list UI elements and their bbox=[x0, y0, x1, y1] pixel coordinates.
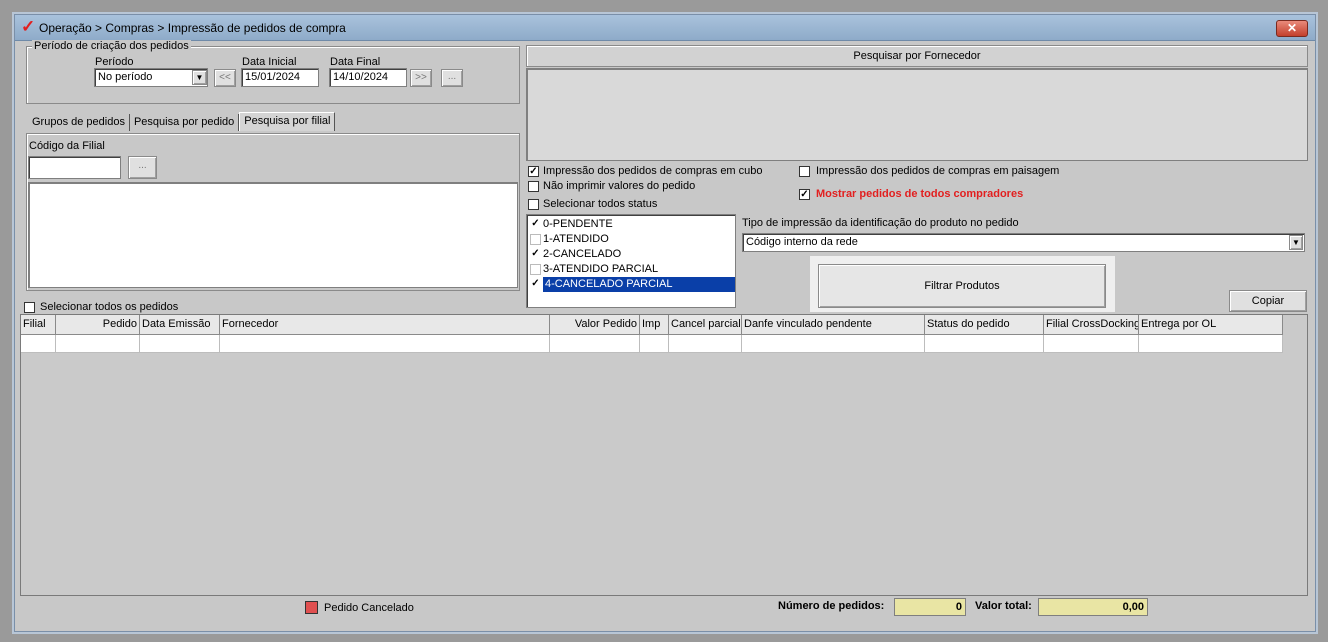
col-header-crossdocking-branch[interactable]: Filial CrossDocking bbox=[1044, 315, 1139, 335]
landscape-checkbox[interactable] bbox=[799, 166, 810, 177]
col-header-danfe-pending[interactable]: Danfe vinculado pendente bbox=[742, 315, 925, 335]
status-label: 3-ATENDIDO PARCIAL bbox=[543, 263, 659, 275]
no-values-checkbox[interactable] bbox=[528, 181, 539, 192]
status-checkbox[interactable] bbox=[530, 264, 541, 275]
tab-search-by-branch[interactable]: Pesquisa por filial bbox=[239, 112, 336, 131]
select-all-orders-label: Selecionar todos os pedidos bbox=[40, 301, 179, 313]
status-checkbox[interactable]: ✓ bbox=[530, 219, 541, 230]
col-header-imp[interactable]: Imp bbox=[640, 315, 669, 335]
print-type-label: Tipo de impressão da identificação do pr… bbox=[742, 217, 1019, 229]
canceled-legend-swatch bbox=[305, 601, 318, 614]
tab-order-groups[interactable]: Grupos de pedidos bbox=[28, 114, 130, 131]
select-all-status-label: Selecionar todos status bbox=[543, 198, 658, 210]
period-more-button[interactable]: ... bbox=[441, 69, 463, 87]
table-cell[interactable] bbox=[1139, 335, 1283, 353]
start-date-input[interactable]: 15/01/2024 bbox=[241, 68, 319, 87]
no-values-label: Não imprimir valores do pedido bbox=[543, 180, 696, 192]
supplier-list[interactable] bbox=[526, 68, 1308, 161]
table-cell[interactable] bbox=[140, 335, 220, 353]
col-header-partial-cancel[interactable]: Cancel parcial bbox=[669, 315, 742, 335]
status-label: 2-CANCELADO bbox=[543, 248, 622, 260]
status-item-selected[interactable]: ✓ 4-CANCELADO PARCIAL bbox=[529, 277, 735, 292]
branch-list[interactable] bbox=[28, 182, 518, 288]
table-cell[interactable] bbox=[1044, 335, 1139, 353]
col-header-issue-date[interactable]: Data Emissão bbox=[140, 315, 220, 335]
table-row[interactable] bbox=[21, 335, 1283, 353]
col-header-delivery-ol[interactable]: Entrega por OL bbox=[1139, 315, 1283, 335]
status-checkbox[interactable] bbox=[530, 234, 541, 245]
period-select-value: No período bbox=[98, 71, 153, 83]
period-select[interactable]: No período bbox=[94, 68, 208, 87]
status-checkbox[interactable]: ✓ bbox=[530, 249, 541, 260]
grid-header-row: Filial Pedido Data Emissão Fornecedor Va… bbox=[21, 315, 1283, 335]
table-cell[interactable] bbox=[220, 335, 550, 353]
branch-code-input[interactable] bbox=[28, 156, 121, 179]
copy-button[interactable]: Copiar bbox=[1229, 290, 1307, 312]
orders-grid[interactable]: Filial Pedido Data Emissão Fornecedor Va… bbox=[20, 314, 1308, 596]
table-cell[interactable] bbox=[640, 335, 669, 353]
branch-browse-button[interactable]: ... bbox=[128, 156, 157, 179]
select-all-status-checkbox[interactable] bbox=[528, 199, 539, 210]
status-item[interactable]: ✓ 2-CANCELADO bbox=[529, 247, 735, 262]
tab-search-by-order[interactable]: Pesquisa por pedido bbox=[130, 114, 240, 131]
print-type-value: Código interno da rede bbox=[746, 236, 858, 248]
all-buyers-checkbox[interactable]: ✓ bbox=[799, 189, 810, 200]
canceled-legend-label: Pedido Cancelado bbox=[324, 602, 414, 614]
status-item[interactable]: 3-ATENDIDO PARCIAL bbox=[529, 262, 735, 277]
col-header-order[interactable]: Pedido bbox=[56, 315, 140, 335]
supplier-header: Pesquisar por Fornecedor bbox=[526, 45, 1308, 67]
col-header-branch[interactable]: Filial bbox=[21, 315, 56, 335]
total-value: 0,00 bbox=[1038, 598, 1148, 616]
end-date-input[interactable]: 14/10/2024 bbox=[329, 68, 407, 87]
print-cube-checkbox[interactable]: ✓ bbox=[528, 166, 539, 177]
branch-code-label: Código da Filial bbox=[29, 140, 105, 152]
col-header-order-value[interactable]: Valor Pedido bbox=[550, 315, 640, 335]
window-title: Operação > Compras > Impressão de pedido… bbox=[39, 21, 346, 35]
supplier-header-label: Pesquisar por Fornecedor bbox=[853, 50, 981, 62]
status-label: 4-CANCELADO PARCIAL bbox=[543, 277, 735, 292]
prev-period-button[interactable]: << bbox=[214, 69, 236, 87]
chevron-down-icon[interactable]: ▼ bbox=[192, 70, 207, 85]
next-period-button[interactable]: >> bbox=[410, 69, 432, 87]
close-button[interactable]: ✕ bbox=[1276, 20, 1308, 37]
filter-products-button[interactable]: Filtrar Produtos bbox=[818, 264, 1106, 308]
chevron-down-icon[interactable]: ▼ bbox=[1289, 235, 1303, 250]
period-label: Período bbox=[95, 56, 134, 68]
table-cell[interactable] bbox=[925, 335, 1044, 353]
end-date-label: Data Final bbox=[330, 56, 381, 68]
total-value-label: Valor total: bbox=[975, 600, 1032, 612]
start-date-label: Data Inicial bbox=[242, 56, 297, 68]
status-label: 1-ATENDIDO bbox=[543, 233, 609, 245]
title-bar: ✓ Operação > Compras > Impressão de pedi… bbox=[15, 15, 1315, 41]
status-list[interactable]: ✓ 0-PENDENTE 1-ATENDIDO ✓ 2-CANCELADO 3-… bbox=[526, 214, 736, 308]
col-header-order-status[interactable]: Status do pedido bbox=[925, 315, 1044, 335]
table-cell[interactable] bbox=[21, 335, 56, 353]
all-buyers-label: Mostrar pedidos de todos compradores bbox=[816, 188, 1024, 200]
landscape-label: Impressão dos pedidos de compras em pais… bbox=[816, 165, 1060, 177]
status-item[interactable]: ✓ 0-PENDENTE bbox=[529, 217, 735, 232]
table-cell[interactable] bbox=[550, 335, 640, 353]
period-group-label: Período de criação dos pedidos bbox=[32, 40, 191, 52]
status-checkbox[interactable]: ✓ bbox=[530, 279, 541, 290]
select-all-orders-checkbox[interactable] bbox=[24, 302, 35, 313]
print-cube-label: Impressão dos pedidos de compras em cubo bbox=[543, 165, 763, 177]
status-label: 0-PENDENTE bbox=[543, 218, 613, 230]
print-type-select[interactable]: Código interno da rede bbox=[742, 233, 1305, 252]
table-cell[interactable] bbox=[669, 335, 742, 353]
status-item[interactable]: 1-ATENDIDO bbox=[529, 232, 735, 247]
col-header-supplier[interactable]: Fornecedor bbox=[220, 315, 550, 335]
order-count-label: Número de pedidos: bbox=[778, 600, 885, 612]
order-count-value: 0 bbox=[894, 598, 966, 616]
table-cell[interactable] bbox=[56, 335, 140, 353]
app-logo-icon: ✓ bbox=[21, 17, 36, 36]
table-cell[interactable] bbox=[742, 335, 925, 353]
search-tabs: Grupos de pedidos Pesquisa por pedido Pe… bbox=[28, 112, 336, 131]
